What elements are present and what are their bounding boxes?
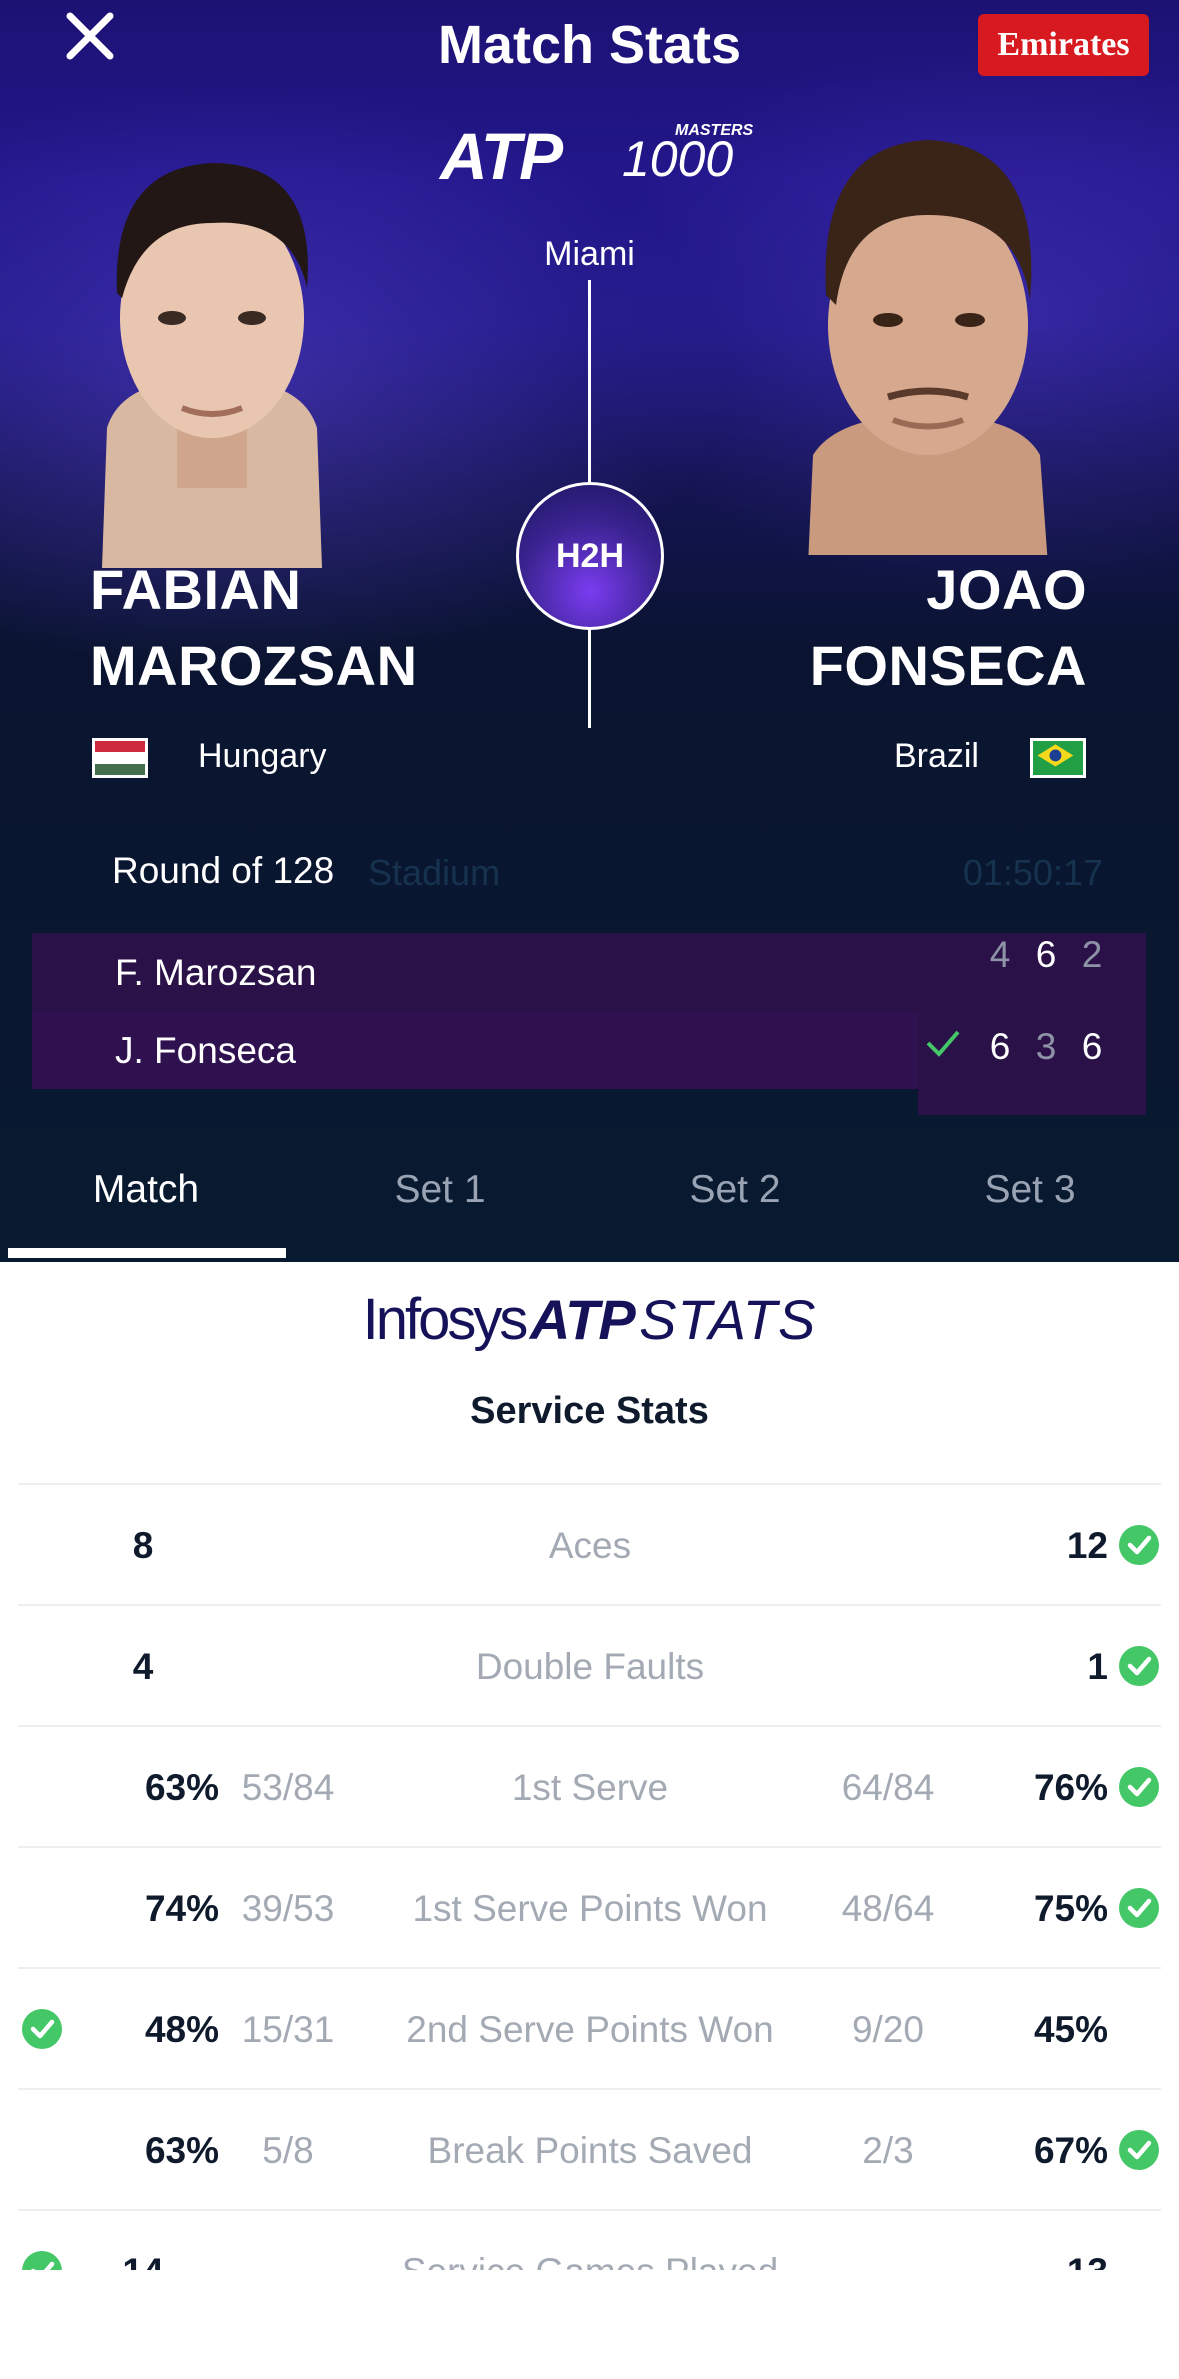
atp-logo-text: ATP <box>529 1288 636 1351</box>
stat-right-value: 67% <box>1033 2130 1108 2171</box>
stat-left-fraction: 39/53 <box>241 1888 335 1929</box>
tab-set-2[interactable]: Set 2 <box>595 1145 875 1235</box>
player-name-left: FABIAN MAROZSAN <box>90 552 418 704</box>
stat-right-fraction: 2/3 <box>862 2130 914 2171</box>
tab-set-1[interactable]: Set 1 <box>300 1145 580 1235</box>
stat-label: Double Faults <box>475 1646 705 1687</box>
stat-label: Aces <box>548 1525 632 1566</box>
section-title: Service Stats <box>470 1390 709 1432</box>
tab-match[interactable]: Match <box>6 1145 286 1235</box>
stat-label: 2nd Serve Points Won <box>406 2009 774 2050</box>
set-tabs: Match Set 1 Set 2 Set 3 <box>0 1145 1179 1262</box>
player-photo-right <box>808 140 1048 555</box>
player-last-name: MAROZSAN <box>90 634 418 697</box>
leader-check-icon <box>1119 2130 1159 2170</box>
stat-left-value: 74% <box>144 1888 220 1929</box>
stat-left-value: 63% <box>144 1767 220 1808</box>
set-score: 4 <box>989 934 1011 975</box>
set-score: 6 <box>989 1026 1011 1067</box>
player-first-name: FABIAN <box>90 558 302 621</box>
stats-logo-text: STATS <box>639 1288 817 1351</box>
tab-set-3[interactable]: Set 3 <box>890 1145 1170 1235</box>
stat-row: 48% 15/31 2nd Serve Points Won 9/20 45% <box>18 1967 1161 2088</box>
player-first-name: JOAO <box>926 558 1087 621</box>
stat-right-fraction: 48/64 <box>841 1888 935 1929</box>
scoreboard-player-name: J. Fonseca <box>115 1030 296 1071</box>
stat-left-value: 48% <box>144 2009 220 2050</box>
match-round: Round of 128 <box>112 850 335 891</box>
active-tab-indicator <box>8 1248 286 1258</box>
leader-check-icon <box>1119 1525 1159 1565</box>
atp-logo-word: ATP <box>440 119 563 193</box>
leader-check-icon <box>1119 1767 1159 1807</box>
player-country-right: Brazil <box>893 737 979 775</box>
infosys-atp-stats-logo: Infosys ATP STATS <box>0 1286 1179 1356</box>
infosys-logo-text: Infosys <box>362 1287 529 1352</box>
match-court: Stadium <box>368 852 501 893</box>
stat-left-value: 63% <box>144 2130 220 2171</box>
set-score: 2 <box>1081 934 1103 975</box>
player-country-left: Hungary <box>198 737 327 775</box>
sponsor-logo: Emirates <box>978 14 1149 76</box>
hungary-flag-icon <box>92 738 148 778</box>
stat-left-value: 8 <box>132 1525 154 1566</box>
leader-check-icon <box>1119 1888 1159 1928</box>
scoreboard-player-name: F. Marozsan <box>115 952 317 993</box>
stat-right-fraction: 9/20 <box>851 2009 924 2050</box>
stat-label: 1st Serve <box>511 1767 669 1808</box>
leader-check-icon <box>1119 1646 1159 1686</box>
stat-right-value: 1 <box>1087 1646 1108 1687</box>
stat-left-value: 4 <box>132 1646 154 1687</box>
stat-row: 74% 39/53 1st Serve Points Won 48/64 75% <box>18 1846 1161 1967</box>
winner-check-icon <box>926 1030 960 1057</box>
stat-left-fraction: 53/84 <box>241 1767 335 1808</box>
match-duration: 01:50:17 <box>962 852 1103 893</box>
divider-line <box>588 280 591 485</box>
stat-left-fraction: 5/8 <box>262 2130 314 2171</box>
set-score: 3 <box>1035 1026 1057 1067</box>
atp-masters-logo: ATP MASTERS 1000 <box>440 118 753 193</box>
stat-label: Break Points Saved <box>427 2130 753 2171</box>
leader-check-icon <box>22 2009 62 2049</box>
set-score: 6 <box>1081 1026 1103 1067</box>
atp-logo-number: 1000 <box>622 131 734 187</box>
set-score: 6 <box>1035 934 1057 975</box>
stat-label: 1st Serve Points Won <box>412 1888 768 1929</box>
list-fade <box>0 2270 1179 2379</box>
player-name-right: JOAO FONSECA <box>810 552 1087 704</box>
divider-line <box>588 625 591 728</box>
stat-row: 63% 53/84 1st Serve 64/84 76% <box>18 1725 1161 1846</box>
player-last-name: FONSECA <box>809 634 1087 697</box>
h2h-button[interactable]: H2H <box>516 482 664 630</box>
stat-row: 63% 5/8 Break Points Saved 2/3 67% <box>18 2088 1161 2209</box>
stat-left-fraction: 15/31 <box>241 2009 335 2050</box>
stat-right-value: 45% <box>1033 2009 1108 2050</box>
stat-right-fraction: 64/84 <box>841 1767 935 1808</box>
player-photo-left <box>102 163 322 568</box>
stat-row: 8 Aces 12 <box>18 1483 1161 1604</box>
stat-right-value: 76% <box>1033 1767 1108 1808</box>
stat-row: 4 Double Faults 1 <box>18 1604 1161 1725</box>
match-header-hero: Match Stats Emirates ATP MASTERS 1000 Mi… <box>0 0 1179 1262</box>
stat-right-value: 75% <box>1033 1888 1108 1929</box>
stat-right-value: 12 <box>1066 1525 1108 1566</box>
brazil-flag-icon <box>1030 738 1086 778</box>
